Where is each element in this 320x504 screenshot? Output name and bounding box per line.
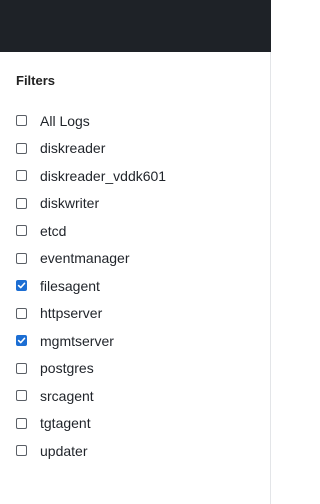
checkbox[interactable] xyxy=(16,390,27,402)
checkbox[interactable] xyxy=(16,335,27,347)
checkbox[interactable] xyxy=(16,252,27,264)
filter-label: diskreader_vddk601 xyxy=(40,167,167,184)
checkbox[interactable] xyxy=(16,445,27,457)
filter-item-postgres[interactable]: postgres xyxy=(16,355,166,383)
filter-label: eventmanager xyxy=(40,250,130,267)
filter-item-srcagent[interactable]: srcagent xyxy=(16,382,166,410)
top-bar xyxy=(0,0,271,52)
filters-heading: Filters xyxy=(16,73,56,88)
checkmark-icon xyxy=(17,282,26,289)
checkbox[interactable] xyxy=(16,362,27,374)
filter-list: All Logs diskreader diskreader_vddk601 d… xyxy=(16,107,166,465)
filter-item-filesagent[interactable]: filesagent xyxy=(16,272,166,300)
filter-label: httpserver xyxy=(40,305,103,322)
filter-item-diskreader[interactable]: diskreader xyxy=(16,135,166,163)
checkbox[interactable] xyxy=(16,307,27,319)
filter-item-tgtagent[interactable]: tgtagent xyxy=(16,410,166,438)
checkbox[interactable] xyxy=(16,417,27,429)
filter-item-diskreader-vddk601[interactable]: diskreader_vddk601 xyxy=(16,162,166,190)
filter-item-eventmanager[interactable]: eventmanager xyxy=(16,245,166,273)
filter-label: updater xyxy=(40,442,88,459)
checkbox[interactable] xyxy=(16,225,27,237)
checkbox[interactable] xyxy=(16,142,27,154)
page: Filters All Logs diskreader diskreader_v… xyxy=(0,0,271,504)
filter-item-httpserver[interactable]: httpserver xyxy=(16,300,166,328)
filter-label: tgtagent xyxy=(40,415,91,432)
filter-label: All Logs xyxy=(40,112,90,129)
filter-label: diskreader xyxy=(40,140,106,157)
checkbox[interactable] xyxy=(16,115,27,127)
checkmark-icon xyxy=(17,337,26,344)
panel-divider xyxy=(270,52,271,504)
checkbox[interactable] xyxy=(16,170,27,182)
filter-label: mgmtserver xyxy=(40,332,114,349)
filter-item-diskwriter[interactable]: diskwriter xyxy=(16,190,166,218)
filter-item-all-logs[interactable]: All Logs xyxy=(16,107,166,135)
filter-label: postgres xyxy=(40,360,94,377)
filter-label: etcd xyxy=(40,222,67,239)
checkbox[interactable] xyxy=(16,280,27,292)
filter-label: srcagent xyxy=(40,387,94,404)
filter-item-mgmtserver[interactable]: mgmtserver xyxy=(16,327,166,355)
filter-label: diskwriter xyxy=(40,195,100,212)
filter-item-updater[interactable]: updater xyxy=(16,437,166,465)
checkbox[interactable] xyxy=(16,197,27,209)
filter-item-etcd[interactable]: etcd xyxy=(16,217,166,245)
filter-label: filesagent xyxy=(40,277,100,294)
